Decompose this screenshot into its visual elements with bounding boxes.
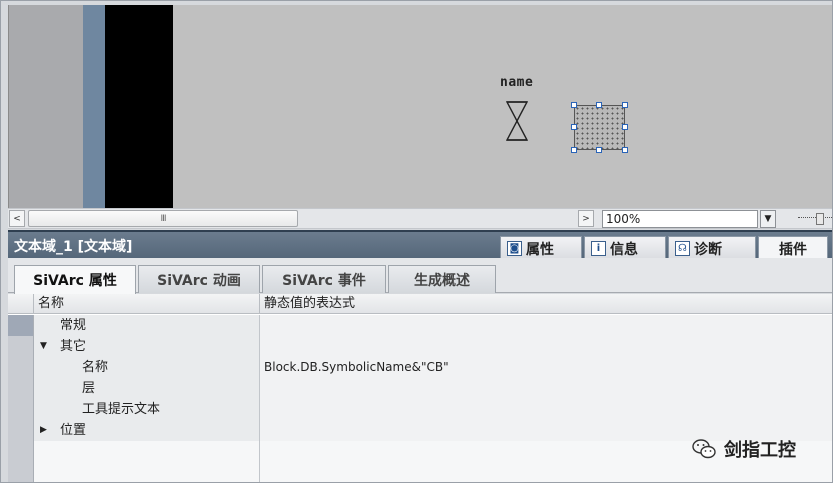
table-row-empty (8, 462, 833, 483)
tab-info-label: 信息 (610, 241, 638, 258)
row-name: 名称 (82, 360, 109, 375)
properties-icon: ◙ (507, 241, 522, 256)
text-field-object[interactable]: name (500, 75, 533, 90)
scroll-thumb[interactable]: III (28, 210, 298, 227)
row-selector (8, 441, 34, 462)
tab-diagnostics[interactable]: ☊ 诊断 (668, 236, 756, 260)
diagnostics-icon: ☊ (675, 241, 690, 256)
canvas-blue-strip (83, 5, 105, 208)
tab-diagnostics-label: 诊断 (694, 241, 722, 258)
row-selector[interactable] (8, 336, 34, 357)
row-name: 位置 (60, 423, 87, 438)
hourglass-icon[interactable] (506, 101, 528, 141)
row-value[interactable] (260, 336, 833, 357)
inspector-window-header: 文本域_1 [文本域] ◙ 属性 i 信息 ☊ 诊断 插件 (8, 230, 833, 260)
zoom-slider-track[interactable] (798, 217, 832, 223)
header-name[interactable]: 名称 (34, 294, 260, 314)
zoom-slider-knob[interactable] (816, 213, 824, 225)
sivarc-tabbar: SiVArc 属性 SiVArc 动画 SiVArc 事件 生成概述 (8, 258, 833, 294)
watermark: 剑指工控 (692, 436, 796, 462)
grid-header: 名称 静态值的表达式 (8, 294, 833, 314)
collapse-arrow-icon[interactable]: ▼ (40, 336, 47, 357)
resize-handle-e[interactable] (622, 124, 628, 130)
table-row[interactable]: 工具提示文本 (8, 399, 833, 420)
watermark-text: 剑指工控 (724, 440, 796, 461)
inspector-title: 文本域_1 [文本域] (14, 239, 133, 255)
tab-sivarc-properties[interactable]: SiVArc 属性 (14, 265, 136, 294)
row-name: 工具提示文本 (82, 402, 161, 417)
resize-handle-ne[interactable] (622, 102, 628, 108)
table-row[interactable]: 层 (8, 378, 833, 399)
tab-info[interactable]: i 信息 (584, 236, 666, 260)
tab-plugins[interactable]: 插件 (758, 236, 828, 260)
canvas-gray-strip (9, 5, 83, 208)
row-selector (8, 462, 34, 483)
tab-generation-overview[interactable]: 生成概述 (388, 265, 496, 293)
row-value[interactable] (260, 378, 833, 399)
tab-sivarc-events[interactable]: SiVArc 事件 (262, 265, 386, 293)
row-value[interactable]: Block.DB.SymbolicName&"CB" (260, 357, 833, 378)
tab-properties-label: 属性 (526, 241, 554, 258)
row-selector[interactable] (8, 420, 34, 441)
scroll-left-button[interactable]: < (9, 210, 25, 227)
resize-handle-sw[interactable] (571, 147, 577, 153)
tab-plugins-label: 插件 (779, 241, 807, 258)
expand-arrow-icon[interactable]: ▶ (40, 420, 47, 441)
resize-handle-nw[interactable] (571, 102, 577, 108)
header-expression[interactable]: 静态值的表达式 (260, 294, 833, 314)
design-canvas[interactable]: name (8, 5, 833, 208)
row-name: 其它 (60, 339, 87, 354)
table-row[interactable]: ▼ 其它 (8, 336, 833, 357)
scroll-right-button[interactable]: > (578, 210, 594, 227)
tab-properties[interactable]: ◙ 属性 (500, 236, 582, 260)
horizontal-scrollbar[interactable]: < III > 100% ▼ (8, 208, 833, 229)
zoom-dropdown-button[interactable]: ▼ (760, 210, 776, 228)
row-selector[interactable] (8, 357, 34, 378)
row-value[interactable] (260, 399, 833, 420)
header-gutter (8, 294, 34, 314)
resize-handle-se[interactable] (622, 147, 628, 153)
row-selector[interactable] (8, 399, 34, 420)
tab-sivarc-animation[interactable]: SiVArc 动画 (138, 265, 260, 293)
row-value[interactable] (260, 315, 833, 336)
selected-object[interactable] (571, 102, 628, 153)
resize-handle-s[interactable] (596, 147, 602, 153)
row-selector[interactable] (8, 378, 34, 399)
resize-handle-w[interactable] (571, 124, 577, 130)
table-row[interactable]: 常规 (8, 315, 833, 336)
zoom-input[interactable]: 100% (602, 210, 758, 228)
table-row[interactable]: 名称 Block.DB.SymbolicName&"CB" (8, 357, 833, 378)
row-name: 常规 (60, 318, 87, 333)
info-icon: i (591, 241, 606, 256)
canvas-workspace[interactable] (173, 5, 833, 208)
row-selector[interactable] (8, 315, 34, 336)
wechat-icon (692, 439, 716, 459)
canvas-black-panel (105, 5, 173, 208)
resize-handle-n[interactable] (596, 102, 602, 108)
row-name: 层 (82, 381, 96, 396)
